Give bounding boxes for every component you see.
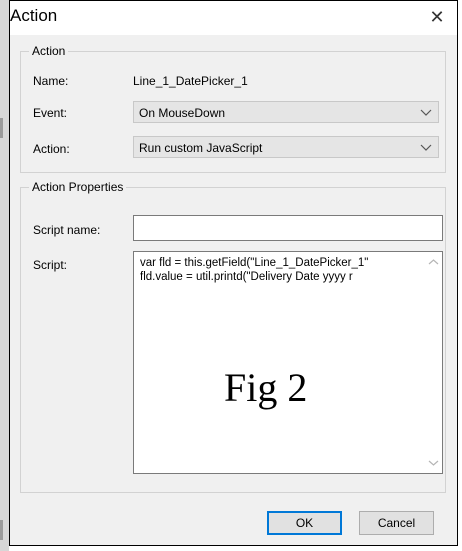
name-label: Name: <box>33 74 69 88</box>
action-group: Action Name: Line_1_DatePicker_1 Event: … <box>20 44 446 173</box>
background-window-edge <box>0 0 9 551</box>
action-properties-group: Action Properties Script name: Script: v… <box>20 180 446 493</box>
event-label: Event: <box>33 106 68 120</box>
action-group-legend: Action <box>29 44 69 58</box>
scroll-down-arrow-icon[interactable] <box>428 459 439 467</box>
script-name-label: Script name: <box>33 223 101 237</box>
chevron-down-icon <box>420 144 432 151</box>
ok-button[interactable]: OK <box>267 511 342 535</box>
script-line: var fld = this.getField("Line_1_DatePick… <box>140 257 369 269</box>
title-bar: Action ✕ <box>10 1 457 35</box>
close-icon: ✕ <box>429 6 445 27</box>
action-dropdown[interactable]: Run custom JavaScript <box>133 136 439 158</box>
script-name-input[interactable] <box>133 215 443 241</box>
script-label: Script: <box>33 258 68 272</box>
action-dialog: Action ✕ Action Name: Line_1_DatePicker_… <box>9 0 458 546</box>
scroll-up-arrow-icon[interactable] <box>428 258 439 266</box>
close-button[interactable]: ✕ <box>417 1 457 33</box>
script-editor[interactable]: var fld = this.getField("Line_1_DatePick… <box>133 251 443 474</box>
action-properties-legend: Action Properties <box>29 180 127 194</box>
name-value: Line_1_DatePicker_1 <box>133 74 248 88</box>
action-label: Action: <box>33 142 70 156</box>
script-line: fld.value = util.printd("Delivery Date y… <box>140 271 353 283</box>
chevron-down-icon <box>420 109 432 116</box>
background-edge-mark <box>0 118 3 138</box>
dialog-title: Action <box>10 6 58 25</box>
cancel-button[interactable]: Cancel <box>359 511 434 535</box>
action-dropdown-value: Run custom JavaScript <box>139 141 263 155</box>
figure-caption: Fig 2 <box>224 365 308 410</box>
event-dropdown[interactable]: On MouseDown <box>133 101 439 123</box>
background-edge-mark <box>0 520 3 540</box>
event-dropdown-value: On MouseDown <box>139 106 226 120</box>
script-scrollbar[interactable] <box>425 252 442 473</box>
